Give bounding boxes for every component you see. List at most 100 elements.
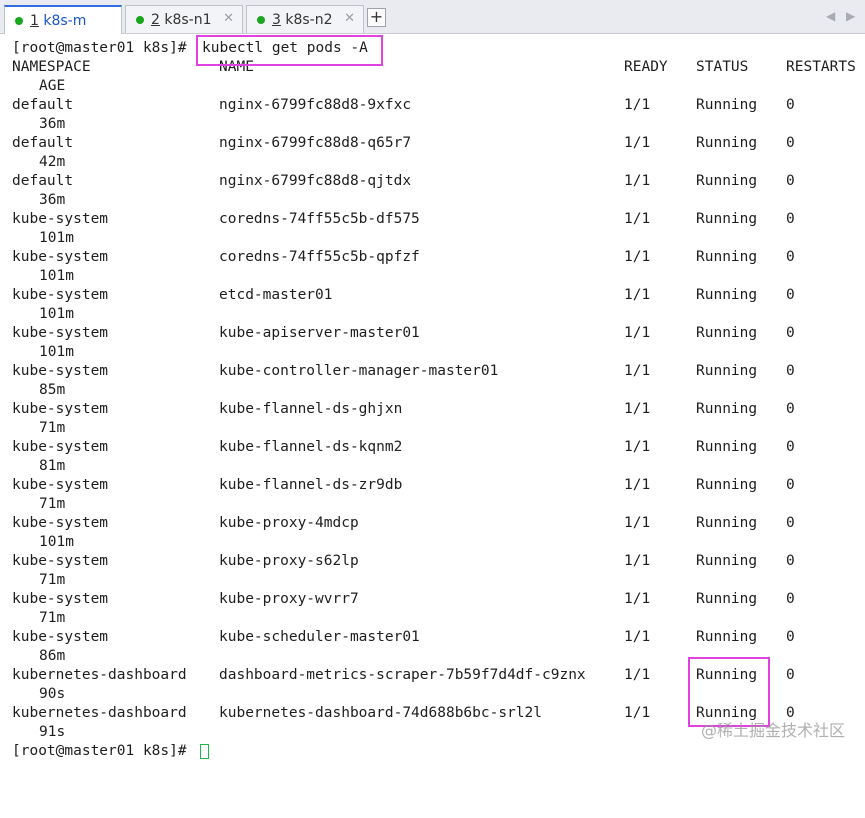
final-prompt-line: [root@master01 k8s]#	[0, 742, 865, 761]
pod-age: 101m	[39, 268, 74, 284]
tab-k8s-n1[interactable]: 2 k8s-n1 ✕	[125, 5, 243, 33]
tab-label: k8s-m	[38, 12, 87, 29]
shell-prompt: [root@master01 k8s]#	[12, 40, 187, 56]
table-row: kube-system kube-controller-manager-maste…	[0, 362, 865, 381]
pod-status: Running	[696, 135, 758, 151]
pod-age: 71m	[39, 610, 66, 626]
connected-status-dot	[136, 15, 144, 24]
pod-age: 90s	[39, 686, 66, 702]
tab-k8s-n2[interactable]: 3 k8s-n2 ✕	[246, 5, 364, 33]
table-row-wrap: 71m	[0, 495, 865, 514]
connected-status-dot	[15, 16, 23, 25]
header-status: STATUS	[696, 59, 749, 75]
pod-restarts: 0	[786, 135, 795, 151]
pod-age: 101m	[39, 230, 74, 246]
scroll-tabs-right-icon[interactable]: ▶	[846, 9, 855, 23]
tab-number: 3	[272, 11, 281, 28]
table-row-wrap: 101m	[0, 229, 865, 248]
shell-prompt: [root@master01 k8s]#	[12, 743, 187, 759]
table-row-wrap: 86m	[0, 647, 865, 666]
table-row-wrap: 71m	[0, 419, 865, 438]
pod-age: 36m	[39, 192, 66, 208]
pod-name: kube-controller-manager-master01	[219, 363, 499, 379]
pod-ready: 1/1	[624, 211, 651, 227]
pod-status: Running	[696, 287, 758, 303]
table-row-wrap: 71m	[0, 609, 865, 628]
pod-namespace: default	[12, 135, 74, 151]
table-row: kube-system kube-proxy-s62lp 1/1 Running 0	[0, 552, 865, 571]
pod-name: coredns-74ff55c5b-df575	[219, 211, 420, 227]
pod-namespace: default	[12, 173, 74, 189]
table-row-wrap: 42m	[0, 153, 865, 172]
pod-restarts: 0	[786, 667, 795, 683]
close-icon[interactable]: ✕	[344, 11, 355, 26]
pod-restarts: 0	[786, 211, 795, 227]
table-row-wrap: 101m	[0, 533, 865, 552]
pod-ready: 1/1	[624, 249, 651, 265]
pod-age: 71m	[39, 420, 66, 436]
pod-status: Running	[696, 249, 758, 265]
pod-name: kube-proxy-s62lp	[219, 553, 359, 569]
table-row: default nginx-6799fc88d8-qjtdx 1/1 Running 0	[0, 172, 865, 191]
pod-age: 81m	[39, 458, 66, 474]
pod-status: Running	[696, 553, 758, 569]
pod-status: Running	[696, 363, 758, 379]
terminal-output[interactable]: [root@master01 k8s]# kubectl get pods -A…	[0, 34, 865, 763]
tab-bar: 1 k8s-m 2 k8s-n1 ✕ 3 k8s-n2 ✕ + ◀ ▶	[0, 0, 865, 34]
pod-status: Running	[696, 211, 758, 227]
pod-restarts: 0	[786, 515, 795, 531]
table-row: kube-system coredns-74ff55c5b-df575 1/1 Run…	[0, 210, 865, 229]
pod-ready: 1/1	[624, 705, 651, 721]
pod-name: kube-apiserver-master01	[219, 325, 420, 341]
pod-ready: 1/1	[624, 629, 651, 645]
table-row-wrap: 36m	[0, 115, 865, 134]
pod-restarts: 0	[786, 363, 795, 379]
pod-name: kube-flannel-ds-kqnm2	[219, 439, 403, 455]
pod-ready: 1/1	[624, 363, 651, 379]
tab-label: k8s-n2	[280, 11, 333, 28]
pod-namespace: kube-system	[12, 553, 109, 569]
table-row-wrap: 101m	[0, 305, 865, 324]
pod-ready: 1/1	[624, 401, 651, 417]
pod-status: Running	[696, 477, 758, 493]
pod-age: 42m	[39, 154, 66, 170]
pod-status: Running	[696, 667, 758, 683]
table-row: kube-system kube-proxy-wvrr7 1/1 Running 0	[0, 590, 865, 609]
table-row-wrap: 36m	[0, 191, 865, 210]
table-row: kube-system kube-scheduler-master01 1/1 Run…	[0, 628, 865, 647]
header-restarts: RESTARTS	[786, 59, 856, 75]
pod-restarts: 0	[786, 553, 795, 569]
pod-age: 85m	[39, 382, 66, 398]
pod-namespace: kube-system	[12, 515, 109, 531]
table-row-wrap: 85m	[0, 381, 865, 400]
table-row-wrap: 101m	[0, 343, 865, 362]
pod-ready: 1/1	[624, 515, 651, 531]
pod-namespace: kube-system	[12, 629, 109, 645]
table-row-wrap: 101m	[0, 267, 865, 286]
pod-status: Running	[696, 401, 758, 417]
pod-name: kubernetes-dashboard-74d688b6bc-srl2l	[219, 705, 543, 721]
command-line: [root@master01 k8s]# kubectl get pods -A	[0, 39, 865, 58]
pod-age: 71m	[39, 572, 66, 588]
pod-namespace: kubernetes-dashboard	[12, 667, 187, 683]
pod-namespace: kube-system	[12, 325, 109, 341]
pod-ready: 1/1	[624, 667, 651, 683]
table-header: NAMESPACE NAME READY STATUS RESTARTS	[0, 58, 865, 77]
pod-restarts: 0	[786, 439, 795, 455]
tab-k8s-m[interactable]: 1 k8s-m	[4, 5, 122, 34]
pod-age: 71m	[39, 496, 66, 512]
close-icon[interactable]: ✕	[223, 11, 234, 26]
pod-age: 101m	[39, 344, 74, 360]
scroll-tabs-left-icon[interactable]: ◀	[826, 9, 835, 23]
pod-restarts: 0	[786, 401, 795, 417]
pod-age: 36m	[39, 116, 66, 132]
pod-restarts: 0	[786, 97, 795, 113]
table-row-wrap: 90s	[0, 685, 865, 704]
table-header-wrap: AGE	[0, 77, 865, 96]
pod-restarts: 0	[786, 629, 795, 645]
pod-namespace: kube-system	[12, 439, 109, 455]
pod-restarts: 0	[786, 591, 795, 607]
pod-status: Running	[696, 325, 758, 341]
pod-namespace: kubernetes-dashboard	[12, 705, 187, 721]
new-tab-button[interactable]: +	[367, 8, 386, 27]
